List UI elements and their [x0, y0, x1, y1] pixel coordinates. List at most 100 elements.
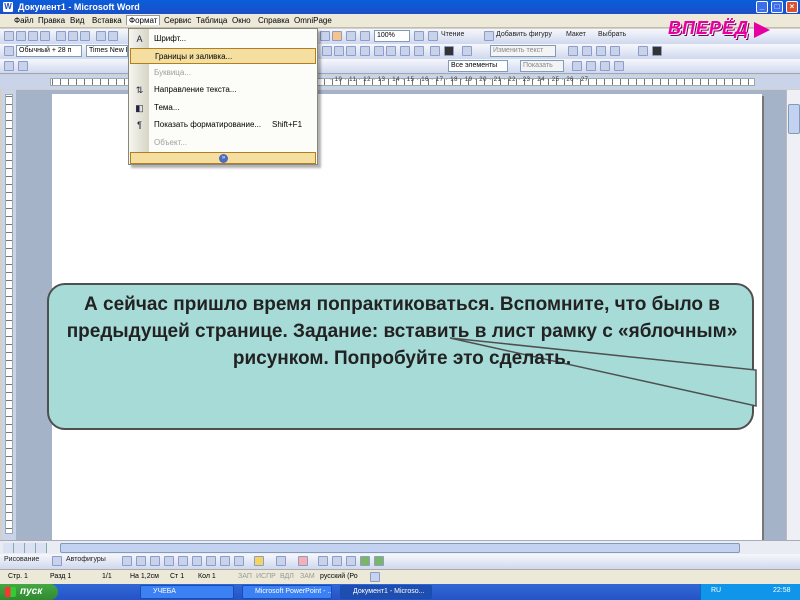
permission-icon[interactable] — [40, 31, 50, 41]
next-change-icon[interactable] — [586, 61, 596, 71]
autoshapes-button[interactable]: Автофигуры — [66, 556, 106, 563]
textbox-icon[interactable] — [178, 556, 188, 566]
status-language[interactable]: русский (Ро — [320, 573, 358, 580]
print-preview-icon[interactable] — [80, 31, 90, 41]
vertical-scrollbar[interactable] — [786, 90, 800, 540]
close-button[interactable]: × — [786, 1, 798, 13]
add-shape-button[interactable]: Добавить фигуру — [496, 31, 552, 38]
align-center-icon[interactable] — [322, 46, 332, 56]
taskbar-folder-button[interactable]: УЧЕБА — [140, 585, 234, 599]
change-text-button[interactable]: Изменить текст — [490, 45, 556, 57]
document-map-icon[interactable] — [332, 31, 342, 41]
numbering-icon[interactable] — [374, 46, 384, 56]
rectangle-icon[interactable] — [150, 556, 160, 566]
show-formatting-icon[interactable] — [346, 31, 356, 41]
comment-icon[interactable] — [18, 61, 28, 71]
horizontal-scroll-thumb[interactable] — [60, 543, 740, 553]
arrow-style-icon[interactable] — [346, 556, 356, 566]
line-icon[interactable] — [122, 556, 132, 566]
drawing-menu-button[interactable]: Рисование — [4, 556, 39, 563]
add-shape-icon[interactable] — [484, 31, 494, 41]
reading-mode-icon[interactable] — [428, 31, 438, 41]
font-color-icon[interactable] — [430, 46, 440, 56]
save-icon[interactable] — [28, 31, 38, 41]
menu-expand-button[interactable]: » — [130, 152, 316, 164]
previous-change-icon[interactable] — [572, 61, 582, 71]
tray-language[interactable]: RU — [711, 587, 721, 594]
menu-item-drop-cap[interactable]: Буквица... — [130, 65, 316, 81]
maximize-button[interactable]: □ — [771, 1, 783, 13]
vertical-ruler[interactable] — [2, 90, 16, 540]
oval-icon[interactable] — [164, 556, 174, 566]
menu-table[interactable]: Таблица — [196, 16, 227, 25]
spelling-icon[interactable] — [96, 31, 106, 41]
menu-item-borders-shading[interactable]: Границы и заливка... — [130, 48, 316, 64]
print-icon[interactable] — [68, 31, 78, 41]
help-icon[interactable] — [414, 31, 424, 41]
status-track[interactable]: ИСПР — [256, 573, 276, 580]
paragraph-mark-icon[interactable] — [360, 31, 370, 41]
drawing-toggle-icon[interactable] — [320, 31, 330, 41]
font-combo[interactable]: Times New Ro — [86, 45, 128, 57]
line-style-icon[interactable] — [318, 556, 328, 566]
diagram-insert-icon[interactable] — [206, 556, 216, 566]
text-direction-icon[interactable] — [568, 46, 578, 56]
status-extend[interactable]: ВДЛ — [280, 573, 294, 580]
line-color-icon[interactable] — [276, 556, 286, 566]
fill-color-icon[interactable] — [254, 556, 264, 566]
taskbar-powerpoint-button[interactable]: Microsoft PowerPoint - ... — [242, 585, 332, 599]
open-icon[interactable] — [16, 31, 26, 41]
menu-item-theme[interactable]: ◧ Тема... — [130, 100, 316, 116]
text-size-icon[interactable] — [582, 46, 592, 56]
view-buttons[interactable] — [3, 543, 47, 553]
menu-item-object[interactable]: Объект... — [130, 135, 316, 151]
menu-format[interactable]: Формат — [126, 15, 161, 25]
dash-style-icon[interactable] — [332, 556, 342, 566]
start-button[interactable]: пуск — [0, 584, 58, 600]
research-icon[interactable] — [108, 31, 118, 41]
track-changes-icon[interactable] — [4, 61, 14, 71]
3d-icon[interactable] — [374, 556, 384, 566]
spacing-icon[interactable] — [596, 46, 606, 56]
menu-item-text-direction[interactable]: ⇅ Направление текста... — [130, 82, 316, 98]
kerning-icon[interactable] — [610, 46, 620, 56]
shadow-icon[interactable] — [360, 556, 370, 566]
show-button[interactable]: Показать — [520, 60, 564, 72]
menu-tools[interactable]: Сервис — [164, 16, 191, 25]
horizontal-ruler[interactable]: · 10 · 11 · 12 · 13 · 14 · 15 · 16 · 17 … — [0, 75, 800, 89]
wordart-insert-icon[interactable] — [192, 556, 202, 566]
menu-item-reveal-formatting[interactable]: ¶ Показать форматирование... Shift+F1 — [130, 117, 316, 133]
status-record[interactable]: ЗАП — [238, 573, 252, 580]
tray-clock[interactable]: 22:58 — [773, 587, 791, 594]
zoom-combo[interactable]: 100% — [374, 30, 410, 42]
menu-edit[interactable]: Правка — [38, 16, 65, 25]
wordart-close-icon[interactable] — [652, 46, 662, 56]
email-icon[interactable] — [56, 31, 66, 41]
picture-icon[interactable] — [234, 556, 244, 566]
select-objects-icon[interactable] — [52, 556, 62, 566]
reject-change-icon[interactable] — [614, 61, 624, 71]
highlight-icon[interactable] — [414, 46, 424, 56]
menu-help[interactable]: Справка — [258, 16, 289, 25]
new-document-icon[interactable] — [4, 31, 14, 41]
borders-icon[interactable] — [400, 46, 410, 56]
align-right-icon[interactable] — [334, 46, 344, 56]
reading-mode-button[interactable]: Чтение — [441, 31, 464, 38]
wordart-icon[interactable] — [638, 46, 648, 56]
spelling-status-icon[interactable] — [370, 572, 380, 582]
horizontal-scrollbar[interactable] — [0, 540, 800, 554]
all-items-combo[interactable]: Все элементы — [448, 60, 508, 72]
vertical-scroll-thumb[interactable] — [788, 104, 800, 134]
menu-view[interactable]: Вид — [70, 16, 84, 25]
menu-item-font[interactable]: A Шрифт... — [130, 31, 316, 47]
menu-window[interactable]: Окно — [232, 16, 251, 25]
status-overtype[interactable]: ЗАМ — [300, 573, 315, 580]
styles-pane-icon[interactable] — [4, 46, 14, 56]
menu-insert[interactable]: Вставка — [92, 16, 122, 25]
select-button[interactable]: Выбрать — [598, 31, 626, 38]
minimize-button[interactable]: _ — [756, 1, 768, 13]
style-combo[interactable]: Обычный + 28 п — [16, 45, 82, 57]
justify-icon[interactable] — [346, 46, 356, 56]
accept-change-icon[interactable] — [600, 61, 610, 71]
taskbar-word-button[interactable]: Документ1 - Microso... — [340, 585, 432, 599]
